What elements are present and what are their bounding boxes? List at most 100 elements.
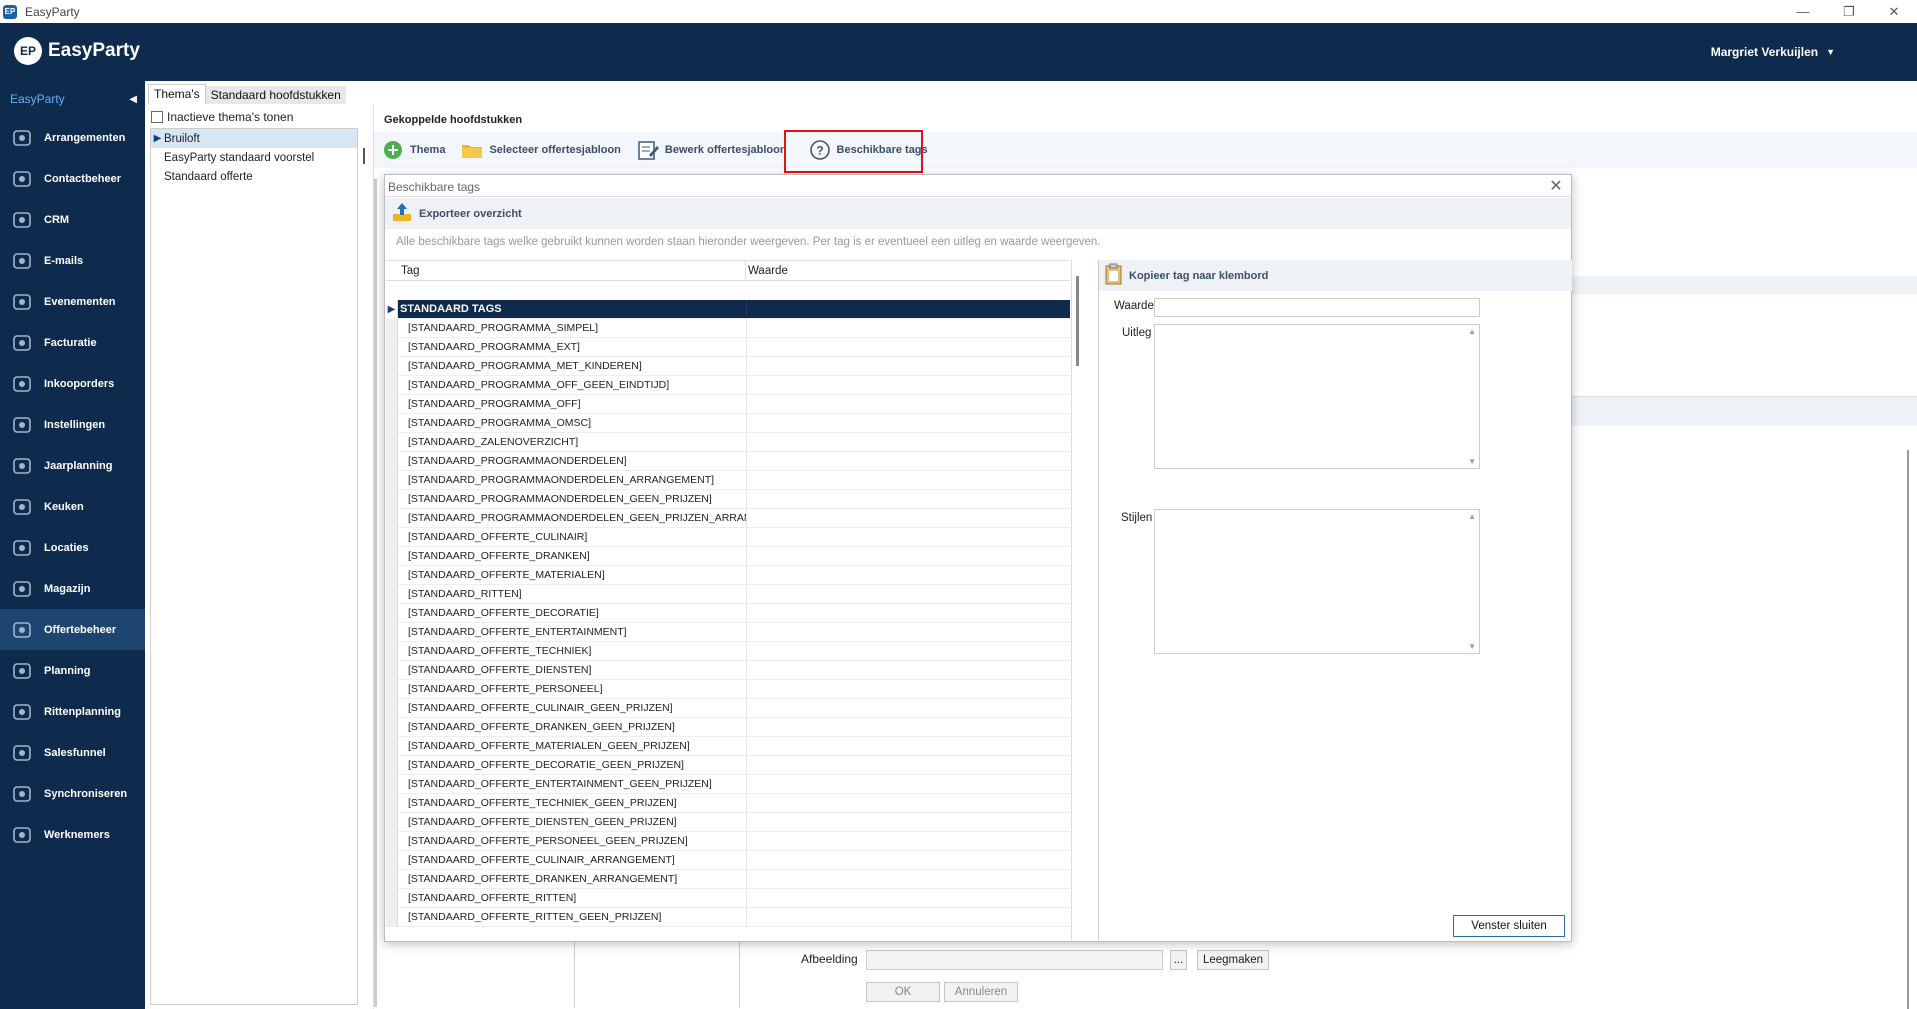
value-cell — [747, 395, 1069, 413]
close-icon[interactable]: ✕ — [1547, 177, 1565, 195]
scroll-up-icon[interactable]: ▲ — [1468, 327, 1476, 336]
table-row[interactable]: [STANDAARD_OFFERTE_PERSONEEL_GEEN_PRIJZE… — [386, 832, 1070, 851]
sidebar-item-arrangementen[interactable]: Arrangementen — [0, 117, 145, 158]
sidebar-item-offertebeheer[interactable]: Offertebeheer — [0, 609, 145, 650]
cancel-button[interactable]: Annuleren — [944, 982, 1018, 1002]
table-row[interactable]: [STANDAARD_PROGRAMMA_EXT] — [386, 338, 1070, 357]
table-row[interactable]: [STANDAARD_OFFERTE_MATERIALEN] — [386, 566, 1070, 585]
checkbox-box[interactable] — [151, 111, 163, 123]
minimize-icon[interactable]: — — [1780, 0, 1826, 23]
user-menu[interactable]: Margriet Verkuijlen ▼ — [1711, 45, 1835, 59]
group-row[interactable]: ▶ STANDAARD TAGS — [386, 300, 1070, 319]
sidebar-item-synchroniseren[interactable]: Synchroniseren — [0, 773, 145, 814]
collapse-icon[interactable]: ◀ — [129, 94, 137, 105]
table-row[interactable]: [STANDAARD_PROGRAMMAONDERDELEN_GEEN_PRIJ… — [386, 490, 1070, 509]
value-cell — [747, 414, 1069, 432]
column-header-tag[interactable]: Tag — [386, 261, 746, 280]
inactive-themes-checkbox[interactable]: Inactieve thema's tonen — [151, 110, 293, 124]
table-row[interactable]: [STANDAARD_PROGRAMMA_OFF_GEEN_EINDTIJD] — [386, 376, 1070, 395]
copy-tag-button[interactable]: Kopieer tag naar klembord — [1105, 263, 1268, 288]
sidebar-item-contactbeheer[interactable]: Contactbeheer — [0, 158, 145, 199]
close-dialog-button[interactable]: Venster sluiten — [1453, 915, 1565, 937]
grid-scrollbar[interactable] — [1071, 260, 1083, 940]
theme-list-item[interactable]: Standaard offerte — [151, 167, 357, 186]
table-row[interactable]: [STANDAARD_OFFERTE_PERSONEEL] — [386, 680, 1070, 699]
table-row[interactable]: [STANDAARD_OFFERTE_DIENSTEN] — [386, 661, 1070, 680]
tag-cell: [STANDAARD_RITTEN] — [398, 585, 747, 603]
sidebar-item-werknemers[interactable]: Werknemers — [0, 814, 145, 855]
table-row[interactable]: [STANDAARD_PROGRAMMA_MET_KINDEREN] — [386, 357, 1070, 376]
table-row[interactable]: [STANDAARD_PROGRAMMA_OFF] — [386, 395, 1070, 414]
sidebar-item-rittenplanning[interactable]: Rittenplanning — [0, 691, 145, 732]
tag-cell: [STANDAARD_PROGRAMMAONDERDELEN] — [398, 452, 747, 470]
close-window-icon[interactable]: ✕ — [1871, 0, 1917, 23]
table-row[interactable]: [STANDAARD_OFFERTE_ENTERTAINMENT_GEEN_PR… — [386, 775, 1070, 794]
table-row[interactable]: [STANDAARD_OFFERTE_DRANKEN] — [386, 547, 1070, 566]
sidebar-item-magazijn[interactable]: Magazijn — [0, 568, 145, 609]
table-row[interactable]: [STANDAARD_OFFERTE_CULINAIR_GEEN_PRIJZEN… — [386, 699, 1070, 718]
select-template-button[interactable]: Selecteer offertesjabloon — [461, 139, 621, 161]
table-row[interactable]: [STANDAARD_OFFERTE_DIENSTEN_GEEN_PRIJZEN… — [386, 813, 1070, 832]
scroll-up-icon[interactable]: ▲ — [1468, 512, 1476, 521]
edit-template-button[interactable]: Bewerk offertesjabloon — [637, 139, 787, 161]
styles-field[interactable]: ▲ ▼ — [1154, 509, 1480, 654]
table-row[interactable]: [STANDAARD_PROGRAMMA_OMSC] — [386, 414, 1070, 433]
scroll-down-icon[interactable]: ▼ — [1468, 642, 1476, 651]
theme-list-item[interactable]: EasyParty standaard voorstel — [151, 148, 357, 167]
explanation-field[interactable]: ▲ ▼ — [1154, 324, 1480, 469]
theme-panel: Inactieve thema's tonen ▶ Bruiloft EasyPar… — [148, 104, 370, 1009]
restore-icon[interactable]: ❐ — [1826, 0, 1872, 23]
table-row[interactable]: [STANDAARD_OFFERTE_DRANKEN_GEEN_PRIJZEN] — [386, 718, 1070, 737]
table-row[interactable]: [STANDAARD_PROGRAMMAONDERDELEN] — [386, 452, 1070, 471]
table-row[interactable]: [STANDAARD_OFFERTE_MATERIALEN_GEEN_PRIJZ… — [386, 737, 1070, 756]
table-row[interactable]: [STANDAARD_OFFERTE_ENTERTAINMENT] — [386, 623, 1070, 642]
dialog-toolbar: Exporteer overzicht — [385, 198, 1571, 229]
theme-name: Standaard offerte — [164, 170, 253, 183]
table-row[interactable]: [STANDAARD_OFFERTE_RITTEN] — [386, 889, 1070, 908]
sidebar-item-e-mails[interactable]: E-mails — [0, 240, 145, 281]
browse-button[interactable]: ... — [1170, 950, 1187, 970]
table-row[interactable]: [STANDAARD_OFFERTE_TECHNIEK_GEEN_PRIJZEN… — [386, 794, 1070, 813]
theme-button[interactable]: Thema — [382, 139, 445, 161]
table-row[interactable]: [STANDAARD_OFFERTE_CULINAIR_ARRANGEMENT] — [386, 851, 1070, 870]
export-button[interactable]: Exporteer overzicht — [391, 201, 522, 226]
sidebar-item-salesfunnel[interactable]: Salesfunnel — [0, 732, 145, 773]
table-row[interactable]: [STANDAARD_OFFERTE_TECHNIEK] — [386, 642, 1070, 661]
folder-icon — [461, 139, 483, 161]
table-row[interactable]: [STANDAARD_ZALENOVERZICHT] — [386, 433, 1070, 452]
sidebar-item-label: Contactbeheer — [44, 172, 122, 185]
tag-cell: [STANDAARD_OFFERTE_TECHNIEK_GEEN_PRIJZEN… — [398, 794, 747, 812]
scroll-thumb[interactable] — [1076, 276, 1079, 366]
sidebar-item-planning[interactable]: Planning — [0, 650, 145, 691]
sidebar-item-keuken[interactable]: Keuken — [0, 486, 145, 527]
sidebar-item-evenementen[interactable]: Evenementen — [0, 281, 145, 322]
scroll-down-icon[interactable]: ▼ — [1468, 457, 1476, 466]
theme-list-item[interactable]: ▶ Bruiloft — [151, 129, 357, 148]
table-row[interactable]: [STANDAARD_RITTEN] — [386, 585, 1070, 604]
sidebar-item-facturatie[interactable]: Facturatie — [0, 322, 145, 363]
value-label: Waarde — [1114, 300, 1154, 312]
table-row[interactable]: [STANDAARD_OFFERTE_DECORATIE_GEEN_PRIJZE… — [386, 756, 1070, 775]
table-row[interactable]: [STANDAARD_OFFERTE_DRANKEN_ARRANGEMENT] — [386, 870, 1070, 889]
tag-cell: [STANDAARD_PROGRAMMA_SIMPEL] — [398, 319, 747, 337]
image-path-input[interactable] — [866, 950, 1163, 970]
sidebar-item-instellingen[interactable]: Instellingen — [0, 404, 145, 445]
column-header-value[interactable]: Waarde — [746, 261, 1070, 280]
select-template-label: Selecteer offertesjabloon — [489, 144, 621, 156]
tab-standard-chapters[interactable]: Standaard hoofdstukken — [205, 86, 346, 104]
table-row[interactable]: [STANDAARD_PROGRAMMAONDERDELEN_ARRANGEME… — [386, 471, 1070, 490]
table-row[interactable]: [STANDAARD_PROGRAMMA_SIMPEL] — [386, 319, 1070, 338]
clear-button[interactable]: Leegmaken — [1197, 950, 1269, 970]
table-row[interactable]: [STANDAARD_OFFERTE_CULINAIR] — [386, 528, 1070, 547]
value-field[interactable] — [1154, 298, 1480, 317]
table-row[interactable]: [STANDAARD_OFFERTE_DECORATIE] — [386, 604, 1070, 623]
table-row[interactable]: [STANDAARD_PROGRAMMAONDERDELEN_GEEN_PRIJ… — [386, 509, 1070, 528]
sidebar-item-locaties[interactable]: Locaties — [0, 527, 145, 568]
sidebar-item-crm[interactable]: CRM — [0, 199, 145, 240]
sidebar-item-jaarplanning[interactable]: Jaarplanning — [0, 445, 145, 486]
theme-list-scrollbar[interactable] — [363, 148, 365, 164]
table-row[interactable]: [STANDAARD_OFFERTE_RITTEN_GEEN_PRIJZEN] — [386, 908, 1070, 927]
tab-themes[interactable]: Thema's — [148, 84, 206, 104]
sidebar-item-inkooporders[interactable]: Inkooporders — [0, 363, 145, 404]
ok-button[interactable]: OK — [866, 982, 940, 1002]
